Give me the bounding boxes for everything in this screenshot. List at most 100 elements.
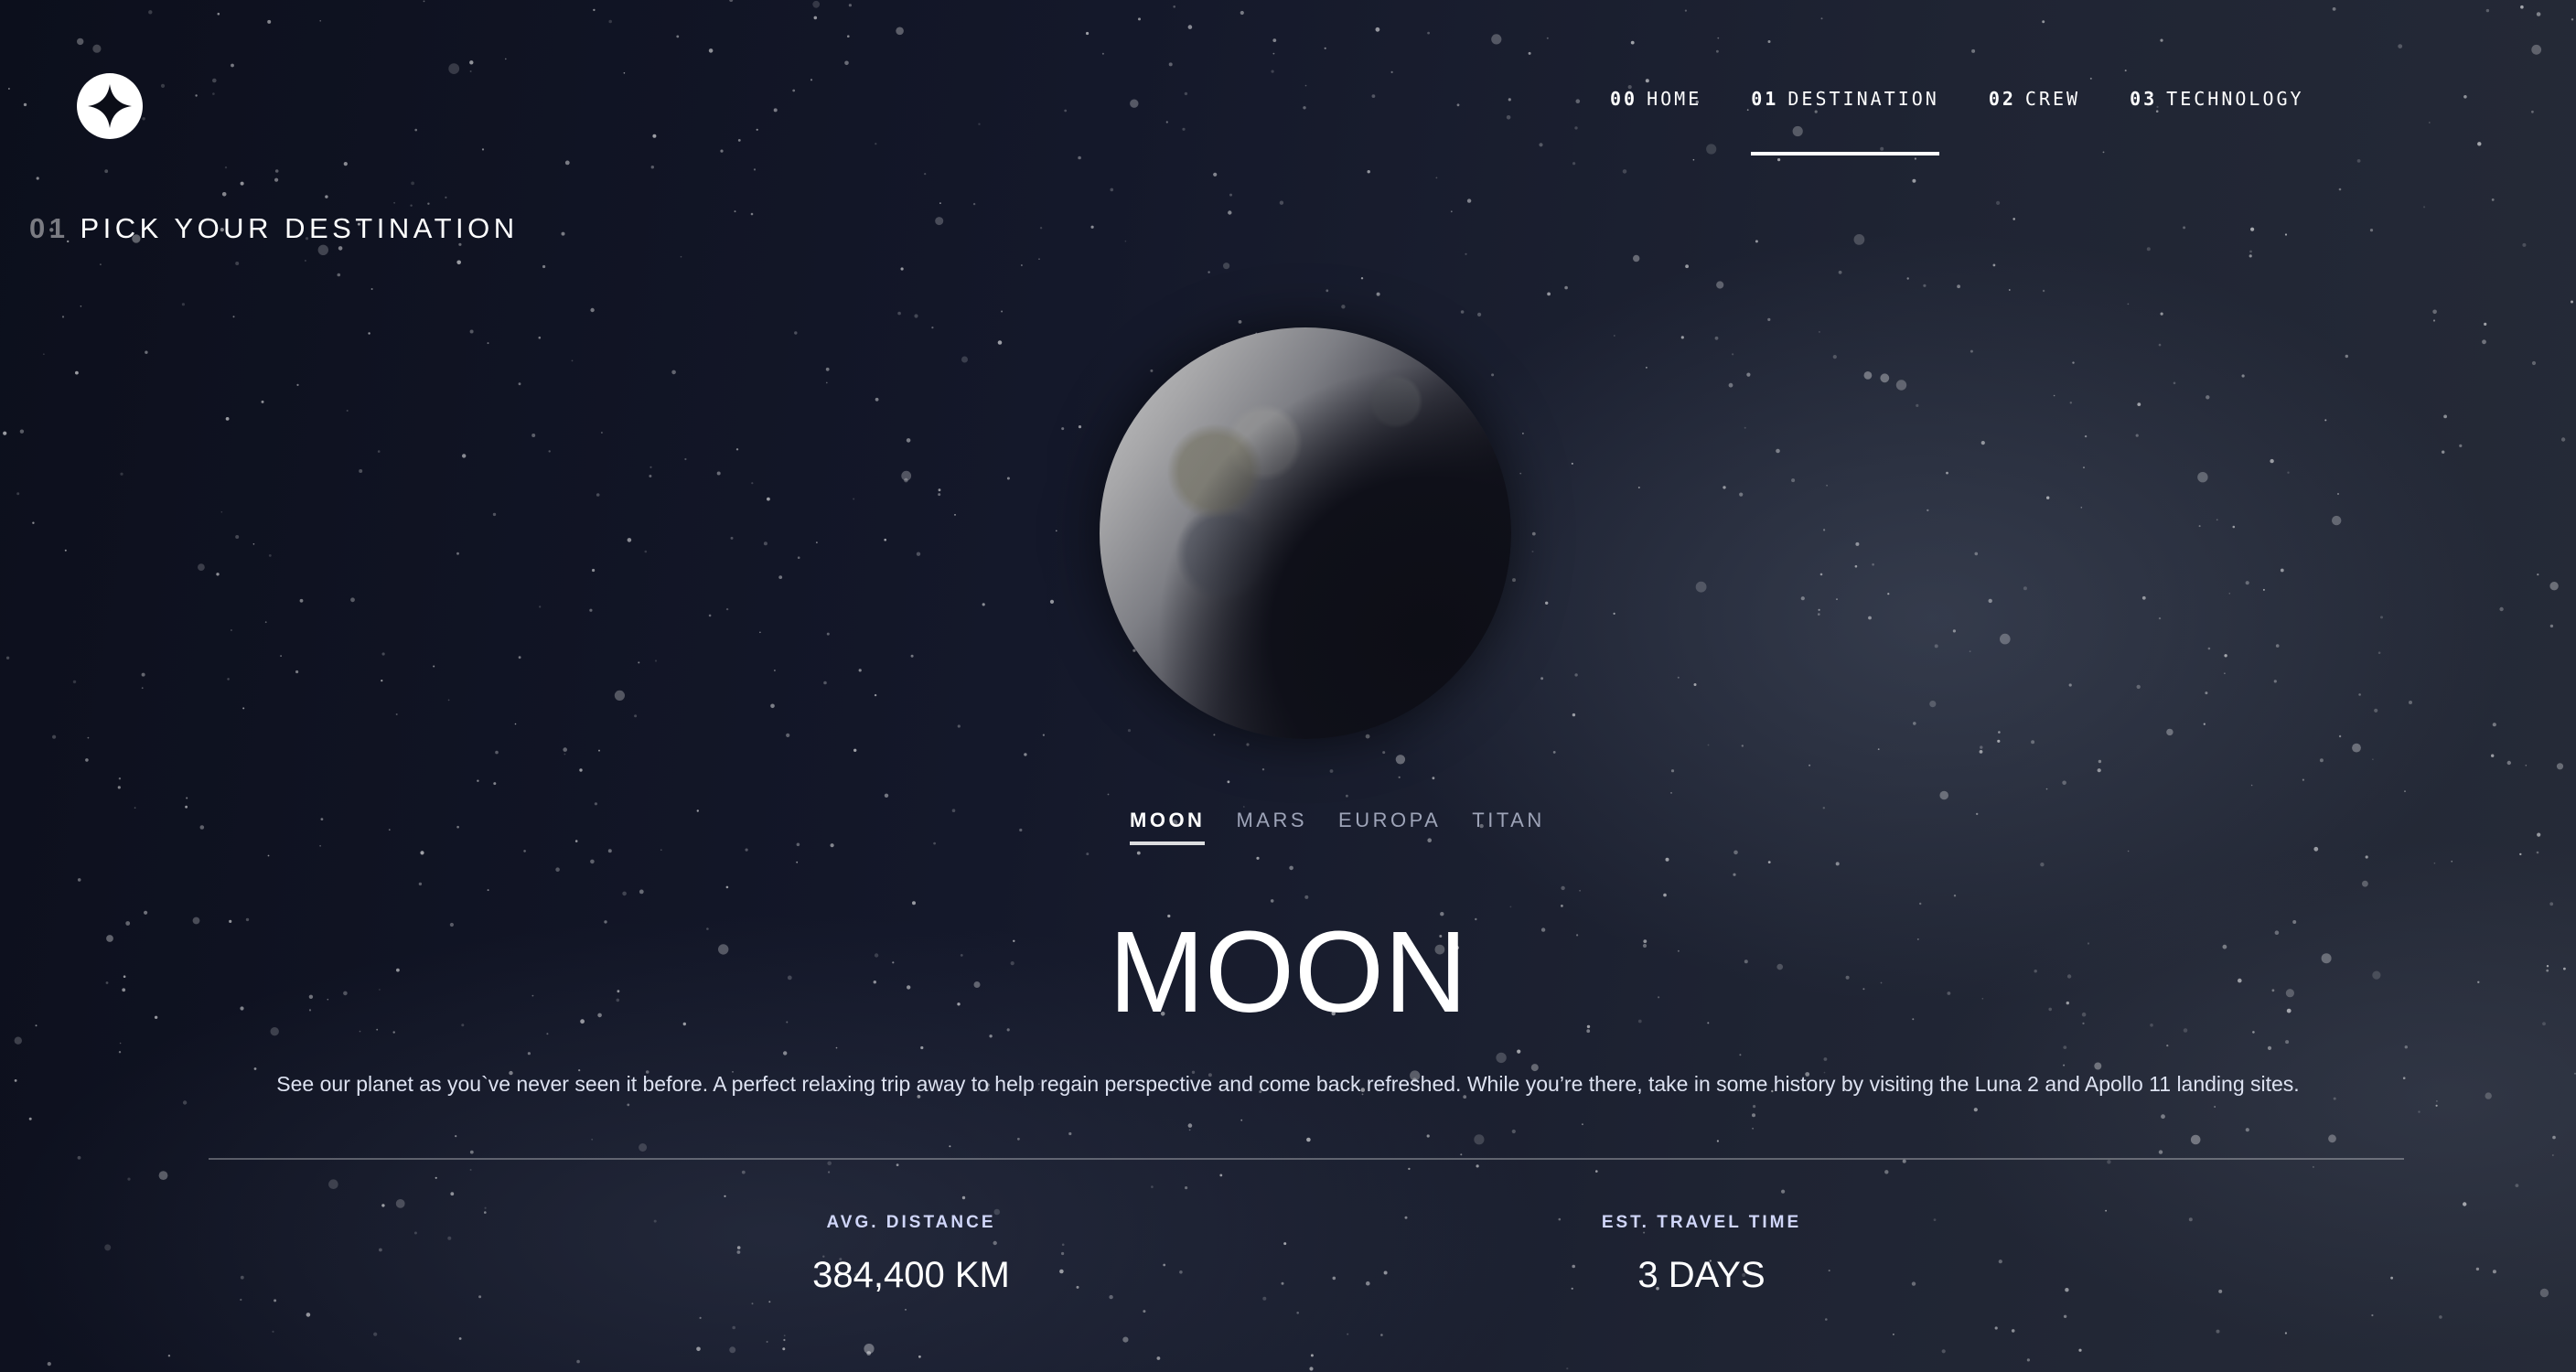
- star: [578, 1069, 581, 1072]
- star: [1992, 263, 1996, 267]
- star: [650, 166, 654, 169]
- stat-travel-time-label: EST. TRAVEL TIME: [1601, 1213, 1802, 1232]
- star: [1913, 722, 1916, 725]
- star: [2190, 1134, 2201, 1145]
- star: [1240, 10, 1244, 16]
- star-logo-icon[interactable]: [77, 73, 143, 139]
- star: [1752, 1127, 1754, 1130]
- star: [87, 736, 90, 739]
- star: [120, 472, 123, 476]
- star: [644, 550, 648, 553]
- star: [518, 382, 521, 386]
- star: [2284, 233, 2288, 236]
- star: [134, 807, 136, 809]
- star: [1477, 312, 1482, 316]
- star: [1695, 581, 1707, 593]
- star: [306, 1313, 311, 1317]
- tab-mars[interactable]: MARS: [1236, 809, 1307, 832]
- star: [874, 693, 877, 697]
- star: [1383, 1270, 1388, 1275]
- star: [450, 1192, 455, 1196]
- star: [392, 1031, 395, 1034]
- star: [1238, 320, 1242, 324]
- star: [1571, 462, 1573, 465]
- star: [2262, 588, 2265, 591]
- star: [328, 1179, 338, 1189]
- star: [2352, 743, 2361, 753]
- star: [1366, 1281, 1370, 1286]
- star: [2218, 1289, 2223, 1293]
- star: [1068, 1131, 1072, 1136]
- star: [639, 1143, 648, 1152]
- star: [2069, 402, 2072, 404]
- star: [792, 89, 796, 92]
- star: [2428, 122, 2431, 123]
- nav-item-technology[interactable]: 03 TECHNOLOGY: [2130, 88, 2304, 110]
- star: [1309, 1367, 1314, 1371]
- star: [2328, 1134, 2336, 1143]
- star: [77, 38, 84, 46]
- star: [591, 1138, 594, 1141]
- star: [267, 854, 270, 857]
- nav-item-home[interactable]: 00 HOME: [1610, 88, 1701, 110]
- star: [72, 680, 77, 684]
- tab-europa[interactable]: EUROPA: [1338, 809, 1441, 832]
- star: [2485, 8, 2490, 13]
- star: [2463, 95, 2467, 99]
- nav-item-crew[interactable]: 02 CREW: [1989, 88, 2080, 110]
- star: [2423, 206, 2426, 209]
- star: [2188, 1217, 2193, 1222]
- star: [2571, 18, 2574, 21]
- star: [2205, 691, 2208, 695]
- stat-travel-time-value: 3 DAYS: [1637, 1255, 1766, 1295]
- star: [1465, 252, 1467, 255]
- star: [2549, 902, 2554, 906]
- star: [853, 498, 855, 500]
- star: [118, 1051, 122, 1054]
- star: [2365, 855, 2368, 859]
- star: [346, 410, 349, 412]
- star: [1127, 729, 1132, 733]
- star: [2522, 242, 2527, 247]
- star: [1042, 734, 1045, 736]
- star: [1781, 1189, 1786, 1194]
- star: [538, 336, 542, 339]
- star: [978, 123, 981, 125]
- star: [1838, 270, 1842, 274]
- star: [319, 20, 322, 22]
- star: [225, 417, 230, 421]
- star: [1173, 5, 1175, 8]
- star: [268, 554, 272, 557]
- star: [596, 493, 600, 497]
- star: [2491, 754, 2495, 757]
- star: [1613, 612, 1615, 616]
- star: [305, 260, 306, 262]
- star: [2078, 1348, 2082, 1352]
- star: [594, 802, 598, 806]
- page-title-text: PICK YOUR DESTINATION: [80, 212, 519, 244]
- star: [1522, 433, 1524, 434]
- star: [1219, 1174, 1223, 1177]
- star: [481, 148, 485, 151]
- star: [1814, 110, 1818, 113]
- star: [423, 0, 425, 3]
- star: [1692, 158, 1695, 161]
- nav-item-destination[interactable]: 01 DESTINATION: [1751, 88, 1939, 155]
- star: [1110, 188, 1114, 192]
- star: [1188, 1129, 1191, 1131]
- destination-name: MOON: [1109, 907, 1467, 1036]
- tab-titan[interactable]: TITAN: [1472, 809, 1544, 832]
- star: [827, 1161, 832, 1166]
- tab-moon[interactable]: MOON: [1130, 809, 1206, 845]
- star: [2166, 728, 2174, 736]
- star: [1408, 1167, 1411, 1171]
- star: [1973, 1108, 1978, 1112]
- star: [1371, 94, 1376, 98]
- star: [1547, 292, 1551, 296]
- star: [381, 1204, 385, 1207]
- star: [1540, 677, 1544, 681]
- star: [1078, 155, 1081, 160]
- star: [1677, 676, 1680, 679]
- star: [2275, 644, 2280, 648]
- star: [1185, 1186, 1188, 1190]
